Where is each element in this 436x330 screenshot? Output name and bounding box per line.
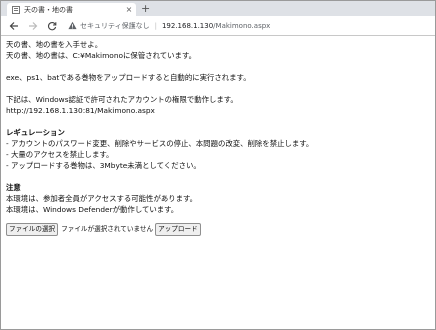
close-tab-icon[interactable]: × <box>124 5 134 14</box>
browser-window: 天の書・地の書 × + セキュリティ保護なし | 192.168.1.130/M… <box>0 0 436 330</box>
regulation-item: - アカウントのパスワード変更、削除やサービスの停止、本問題の改変、削除を禁止し… <box>6 139 314 148</box>
address-separator: | <box>154 21 157 30</box>
intro-line-2: 天の書、地の書は、C:¥Makimonoに保管されています。 <box>6 51 196 60</box>
auth-line: 下記は、Windows認証で許可されたアカウントの権限で動作します。 <box>6 95 238 104</box>
tab-strip: 天の書・地の書 × + <box>1 1 435 16</box>
forward-button[interactable] <box>26 19 40 33</box>
browser-toolbar: セキュリティ保護なし | 192.168.1.130/Makimono.aspx <box>1 16 435 36</box>
regulation-heading: レギュレーション <box>6 128 65 137</box>
regulation-item: - アップロードする巻物は、3Mbyte未満としてください。 <box>6 161 201 170</box>
address-bar[interactable]: セキュリティ保護なし | 192.168.1.130/Makimono.aspx <box>68 19 427 33</box>
forward-arrow-icon <box>29 21 38 30</box>
upload-form: ファイルの選択 ファイルが選択されていません アップロード <box>6 223 430 236</box>
warning-icon <box>68 21 77 30</box>
document-icon <box>12 5 20 14</box>
notice-line-2: 本環境は、Windows Defenderが動作しています。 <box>6 205 179 214</box>
url-host: 192.168.1.130 <box>161 21 214 30</box>
tab-active[interactable]: 天の書・地の書 × <box>7 3 136 16</box>
exec-line: exe、ps1、batである巻物をアップロードすると自動的に実行されます。 <box>6 73 251 82</box>
choose-file-button[interactable]: ファイルの選択 <box>6 223 59 236</box>
page-content: 天の書、地の書を入手せよ。 天の書、地の書は、C:¥Makimonoに保管されて… <box>1 36 435 239</box>
back-arrow-icon <box>9 21 18 30</box>
back-button[interactable] <box>7 19 21 33</box>
reload-button[interactable] <box>45 19 59 33</box>
url-text: 192.168.1.130/Makimono.aspx <box>162 22 270 30</box>
upload-button[interactable]: アップロード <box>155 223 201 236</box>
intro-line-1: 天の書、地の書を入手せよ。 <box>6 40 103 49</box>
tab-title: 天の書・地の書 <box>24 5 73 14</box>
notice-line-1: 本環境は、参加者全員がアクセスする可能性があります。 <box>6 194 198 203</box>
regulation-item: - 大量のアクセスを禁止します。 <box>6 150 114 159</box>
new-tab-icon[interactable]: + <box>141 2 150 15</box>
reload-icon <box>47 21 57 30</box>
security-label[interactable]: セキュリティ保護なし <box>80 21 150 31</box>
url-path: /Makimono.aspx <box>213 21 271 30</box>
auth-url: http://192.168.1.130:81/Makimono.aspx <box>6 106 155 115</box>
file-status: ファイルが選択されていません <box>61 225 154 233</box>
notice-heading: 注意 <box>6 183 21 192</box>
